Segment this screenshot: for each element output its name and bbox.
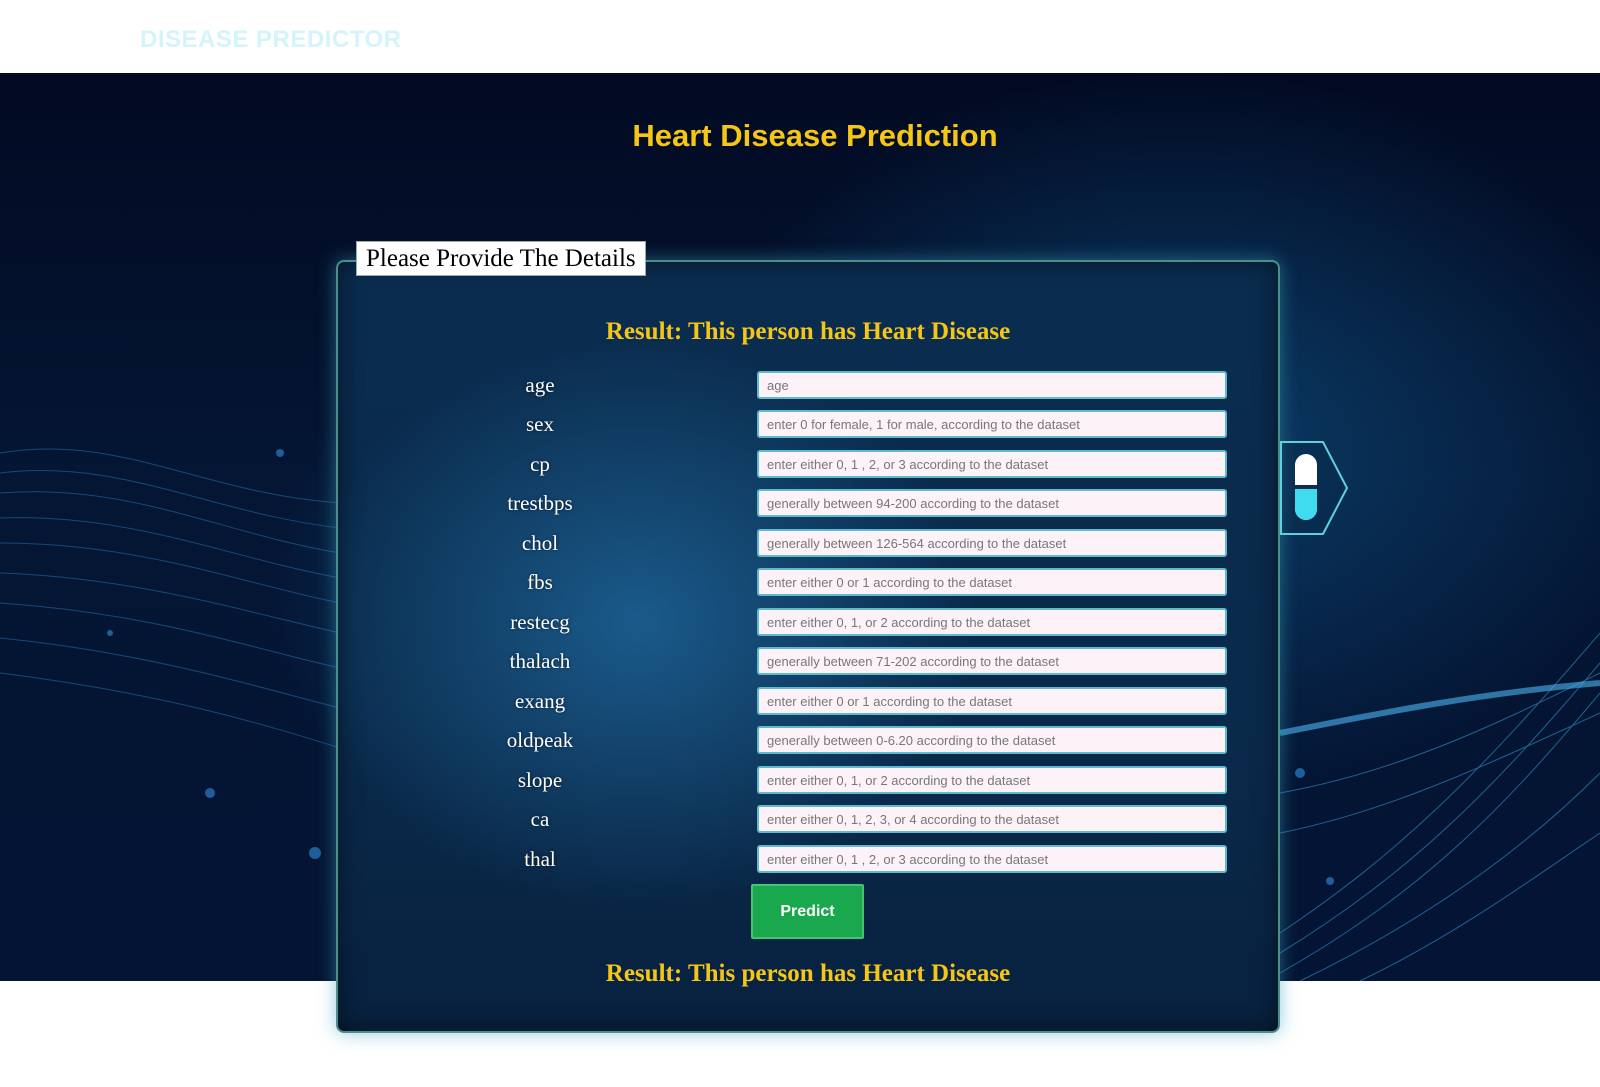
fbs-input[interactable] — [757, 568, 1227, 596]
field-row-age: age — [0, 371, 1600, 399]
field-row-chol: chol — [0, 529, 1600, 557]
page-title: Heart Disease Prediction — [632, 118, 998, 153]
field-label-exang: exang — [514, 689, 566, 713]
brand-logo[interactable]: DISEASE PREDICTOR — [140, 26, 401, 54]
slope-input[interactable] — [757, 766, 1227, 794]
field-label-thal: thal — [524, 847, 556, 871]
field-label-chol: chol — [521, 531, 559, 555]
field-row-exang: exang — [0, 687, 1600, 715]
field-row-thalach: thalach — [0, 647, 1600, 675]
field-label-age: age — [525, 373, 555, 397]
field-row-oldpeak: oldpeak — [0, 726, 1600, 754]
field-row-thal: thal — [0, 845, 1600, 873]
restecg-input[interactable] — [757, 608, 1227, 636]
age-input[interactable] — [757, 371, 1227, 399]
field-row-restecg: restecg — [0, 608, 1600, 636]
field-row-fbs: fbs — [0, 568, 1600, 596]
field-row-ca: ca — [0, 805, 1600, 833]
result-message-bottom: Result: This person has Heart Disease — [605, 960, 1011, 987]
ca-input[interactable] — [757, 805, 1227, 833]
exang-input[interactable] — [757, 687, 1227, 715]
field-label-fbs: fbs — [527, 570, 553, 594]
thal-input[interactable] — [757, 845, 1227, 873]
trestbps-input[interactable] — [757, 489, 1227, 517]
field-row-slope: slope — [0, 766, 1600, 794]
field-row-trestbps: trestbps — [0, 489, 1600, 517]
sex-input[interactable] — [757, 410, 1227, 438]
field-label-sex: sex — [526, 412, 554, 436]
field-row-cp: cp — [0, 450, 1600, 478]
field-label-slope: slope — [517, 768, 563, 792]
field-row-sex: sex — [0, 410, 1600, 438]
predict-button[interactable]: Predict — [751, 884, 864, 939]
field-label-ca: ca — [530, 807, 550, 831]
field-label-trestbps: trestbps — [507, 491, 573, 515]
oldpeak-input[interactable] — [757, 726, 1227, 754]
cp-input[interactable] — [757, 450, 1227, 478]
field-label-thalach: thalach — [509, 649, 571, 673]
pill-icon — [1280, 441, 1349, 535]
side-nav-widget[interactable] — [1279, 440, 1349, 541]
field-label-oldpeak: oldpeak — [506, 728, 574, 752]
field-label-restecg: restecg — [510, 610, 570, 634]
field-label-cp: cp — [530, 452, 550, 476]
thalach-input[interactable] — [757, 647, 1227, 675]
chol-input[interactable] — [757, 529, 1227, 557]
form-legend: Please Provide The Details — [356, 241, 646, 276]
result-message-top: Result: This person has Heart Disease — [605, 318, 1011, 345]
top-navbar: DISEASE PREDICTOR — [0, 0, 1600, 73]
